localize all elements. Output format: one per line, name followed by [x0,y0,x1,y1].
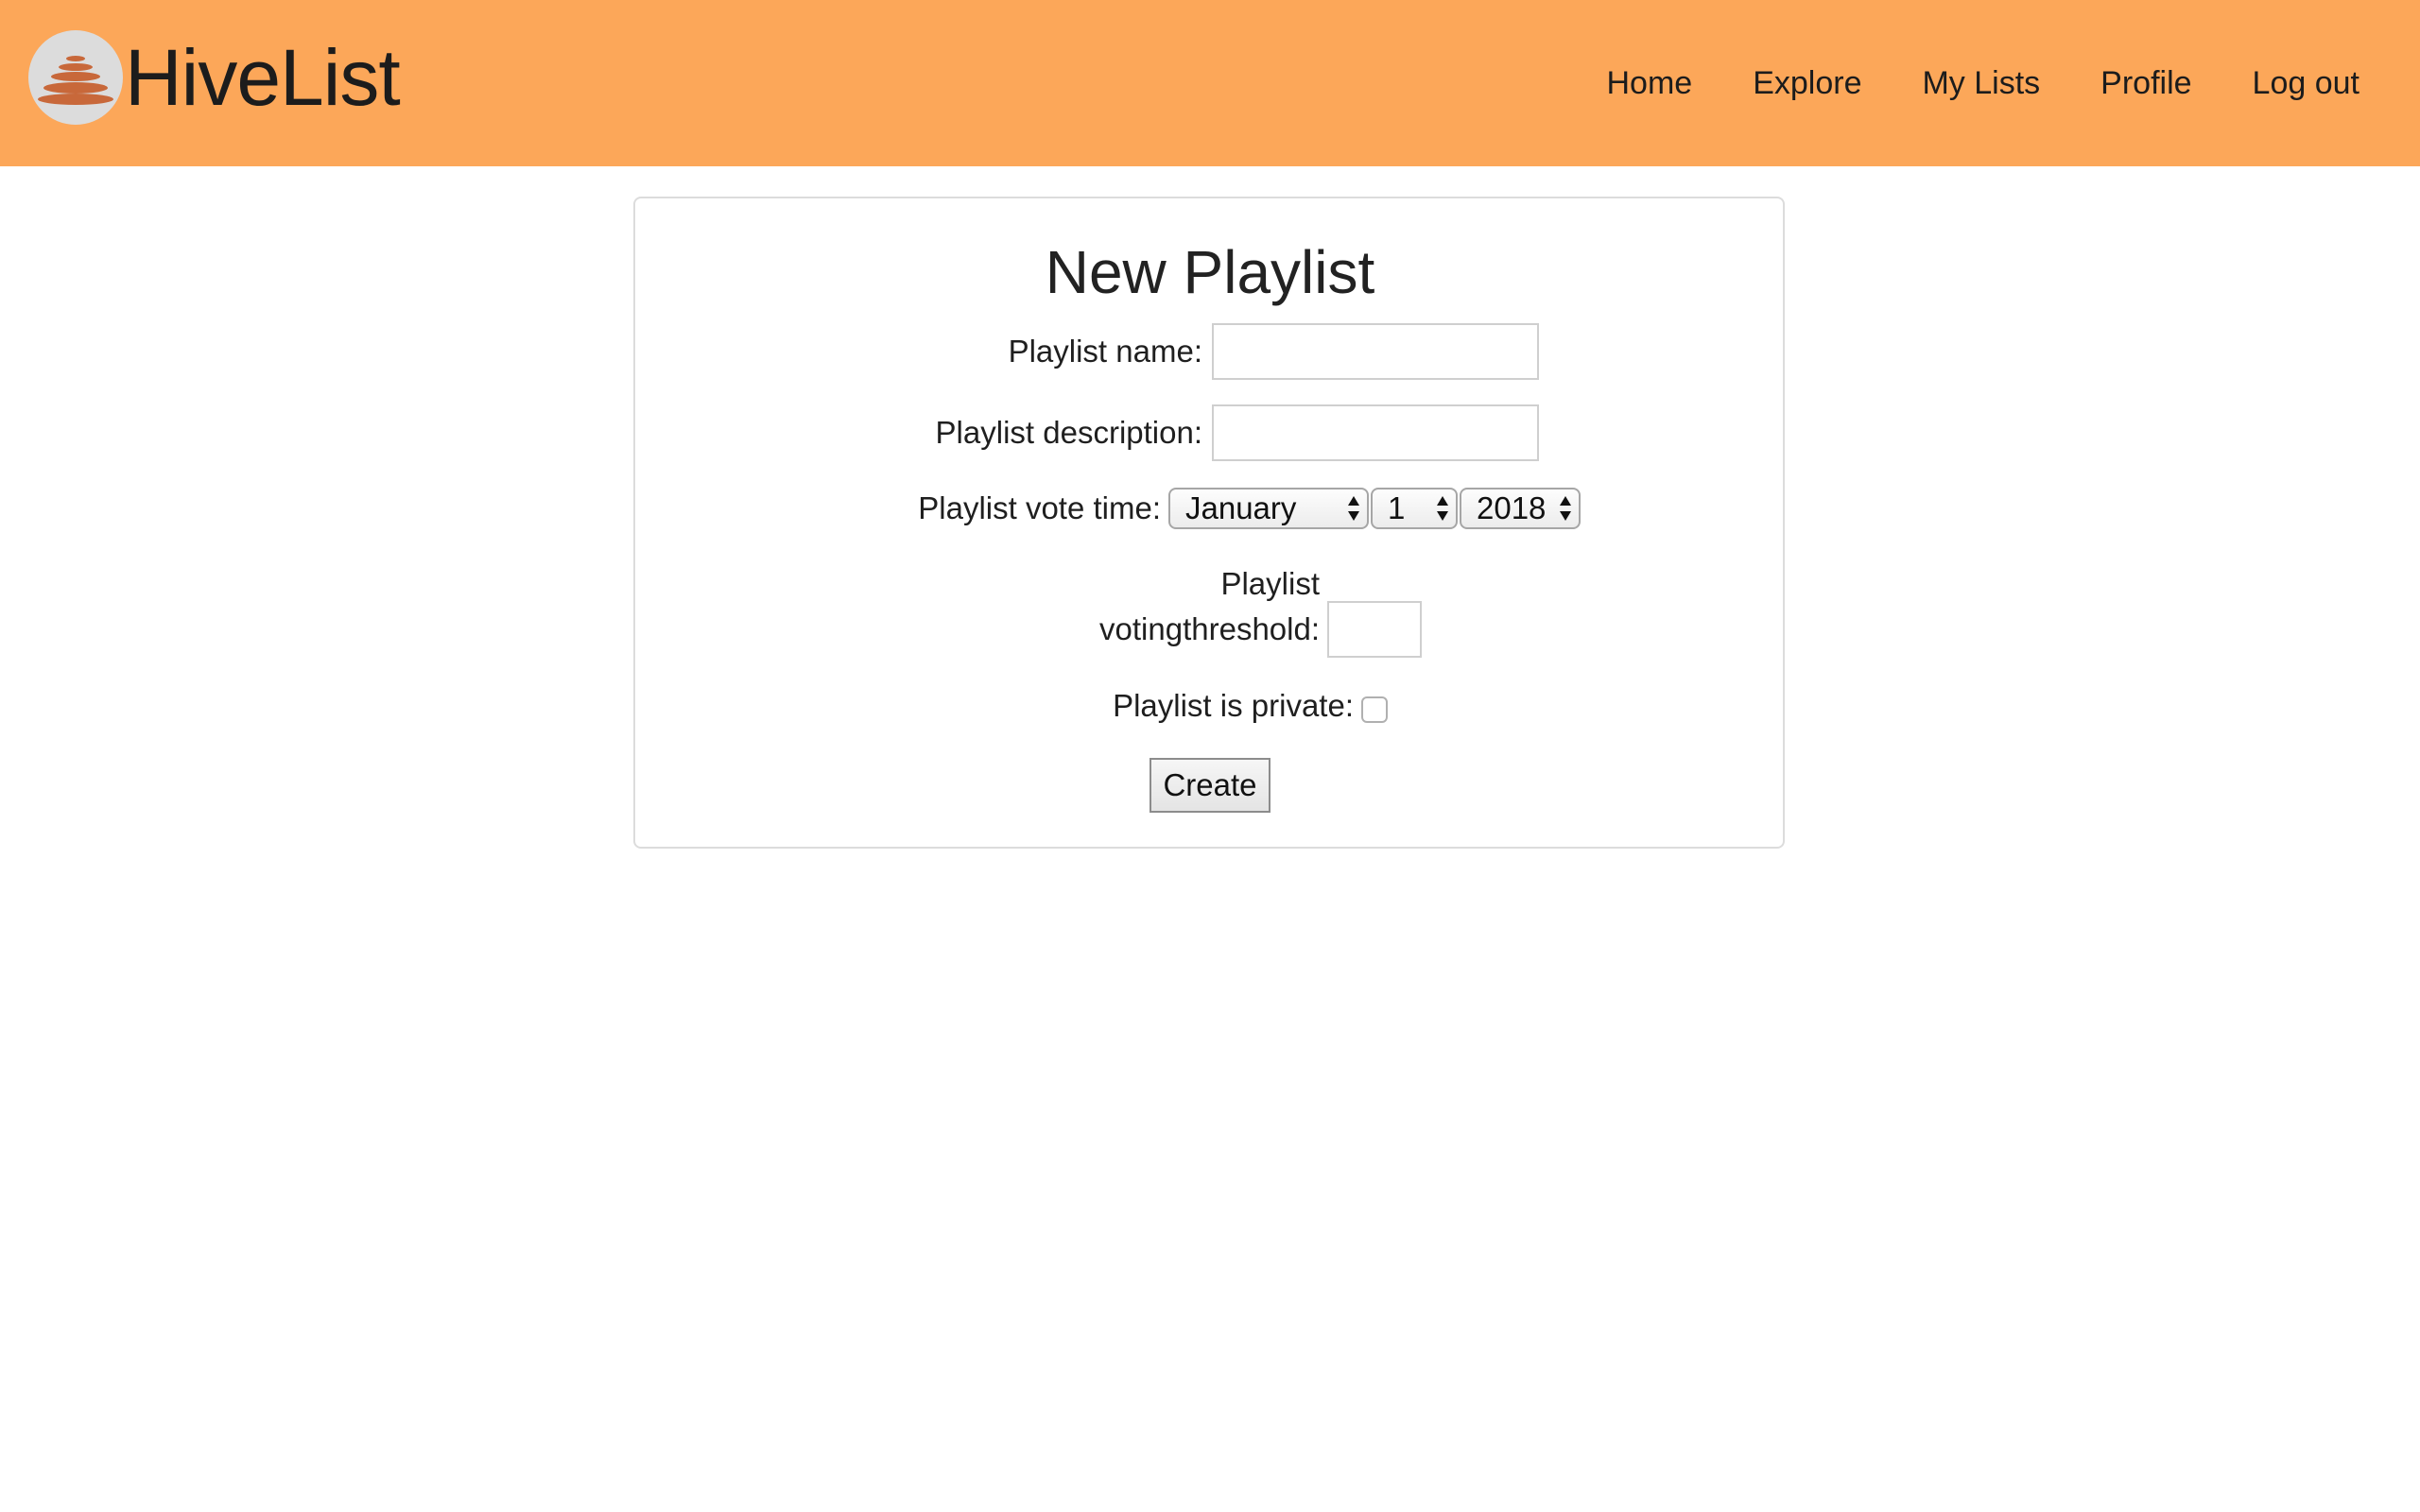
vote-day-value: 1 [1388,490,1406,525]
playlist-name-input[interactable] [1212,323,1539,380]
vote-month-value: January [1185,490,1297,525]
private-checkbox[interactable] [1361,696,1388,723]
voting-threshold-label-line2: votingthreshold: [1099,611,1320,646]
vote-month-select[interactable]: January [1168,488,1369,529]
voting-threshold-label-line1: Playlist [1220,566,1320,601]
select-arrows-icon [1437,496,1448,521]
nav-logout-link[interactable]: Log out [2253,60,2360,106]
select-arrows-icon [1560,496,1571,521]
brand-link[interactable]: HiveList [28,28,401,127]
playlist-description-input[interactable] [1212,404,1539,461]
vote-time-label: Playlist vote time: [918,490,1161,525]
create-button[interactable]: Create [1150,758,1270,813]
nav-home-link[interactable]: Home [1607,60,1693,106]
vote-year-select[interactable]: 2018 [1460,488,1581,529]
playlist-name-label: Playlist name: [1008,334,1202,369]
brand-name: HiveList [125,33,401,122]
vote-day-select[interactable]: 1 [1371,488,1458,529]
navbar: HiveList Home Explore My Lists Profile L… [0,0,2420,166]
nav-profile-link[interactable]: Profile [2100,60,2191,106]
voting-threshold-input[interactable] [1327,601,1422,658]
playlist-description-label: Playlist description: [935,415,1202,450]
hive-logo-icon [28,30,123,125]
vote-year-value: 2018 [1477,490,1547,525]
page-title: New Playlist [1045,238,1375,306]
select-arrows-icon [1348,496,1359,521]
nav-links: Home Explore My Lists Profile Log out [1607,60,2360,106]
nav-explore-link[interactable]: Explore [1753,60,1861,106]
nav-my-lists-link[interactable]: My Lists [1922,60,2040,106]
private-label: Playlist is private: [1113,688,1354,723]
